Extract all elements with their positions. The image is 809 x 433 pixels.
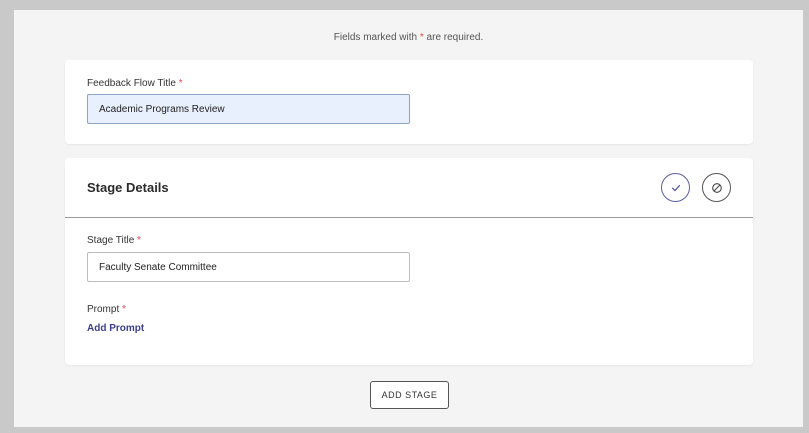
required-fields-note: Fields marked with * are required. — [14, 32, 803, 43]
add-prompt-link[interactable]: Add Prompt — [87, 323, 144, 334]
stage-details-header: Stage Details — [65, 158, 753, 218]
confirm-stage-button[interactable] — [661, 173, 690, 202]
prompt-required-asterisk: * — [122, 304, 126, 315]
stage-details-card: Stage Details Stage Title * Prompt * Add… — [65, 158, 753, 365]
flow-title-label: Feedback Flow Title * — [87, 78, 183, 89]
add-stage-button[interactable]: ADD STAGE — [370, 381, 449, 409]
flow-title-required-asterisk: * — [178, 78, 183, 89]
stage-title-required-asterisk: * — [137, 235, 141, 246]
cancel-stage-button[interactable] — [702, 173, 731, 202]
prompt-label: Prompt * — [87, 304, 126, 315]
stage-title-label: Stage Title * — [87, 235, 141, 246]
stage-details-heading: Stage Details — [87, 180, 169, 195]
required-note-prefix: Fields marked with — [333, 32, 420, 43]
stage-title-input[interactable] — [87, 252, 410, 282]
prohibit-icon — [711, 182, 722, 193]
required-note-suffix: are required. — [423, 32, 484, 43]
stage-title-label-text: Stage Title — [87, 235, 138, 246]
flow-title-label-text: Feedback Flow Title — [87, 78, 179, 89]
form-container: Fields marked with * are required. Feedb… — [14, 10, 803, 427]
check-icon — [671, 184, 680, 191]
flow-title-input[interactable] — [87, 94, 410, 124]
flow-title-card: Feedback Flow Title * — [65, 60, 753, 144]
prompt-label-text: Prompt — [87, 304, 123, 315]
